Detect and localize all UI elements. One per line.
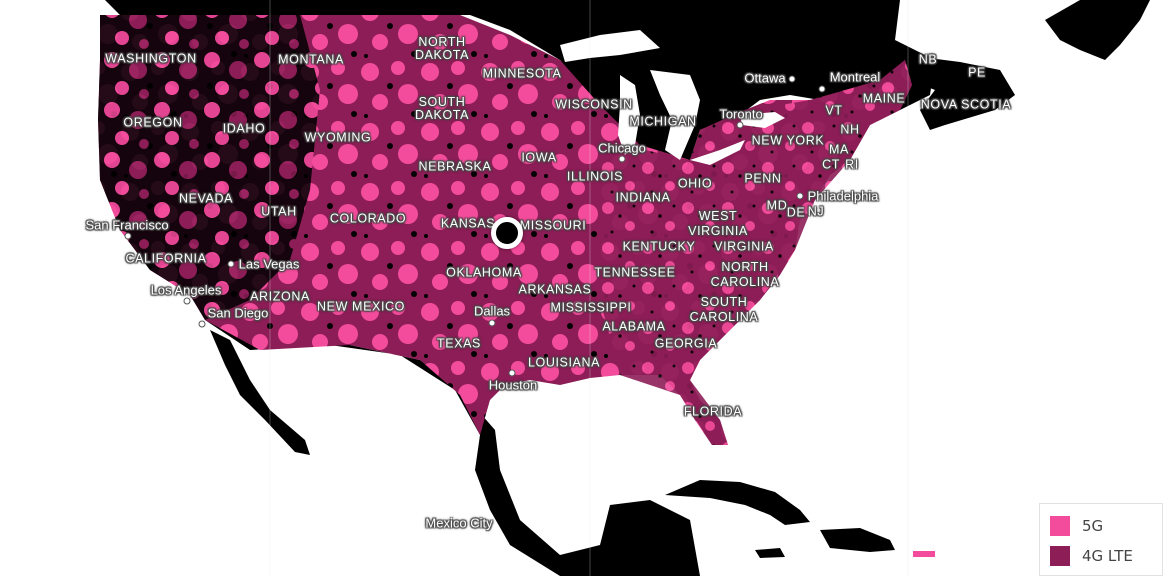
label-los-angeles: Los Angeles	[150, 282, 222, 298]
label-oregon: OREGON	[123, 115, 183, 130]
city-dot-san-francisco	[124, 232, 132, 240]
hispaniola-landmass	[820, 528, 895, 552]
label-west-virginia-line1: WEST	[698, 209, 738, 223]
label-louisiana: LOUISIANA	[527, 355, 601, 370]
location-marker[interactable]	[491, 217, 523, 249]
label-west-virginia: WEST VIRGINIA	[688, 209, 748, 239]
city-dot-las-vegas	[227, 260, 235, 268]
label-maine: MAINE	[862, 91, 906, 106]
label-nebraska: NEBRASKA	[418, 159, 492, 174]
city-dot-ottawa	[788, 75, 796, 83]
label-pe: PE	[968, 65, 986, 80]
label-missouri: MISSOURI	[519, 218, 587, 233]
label-nj: NJ	[807, 204, 825, 219]
label-arkansas: ARKANSAS	[518, 282, 592, 297]
label-ottawa: Ottawa	[744, 70, 786, 86]
legend-swatch-4g-lte	[1050, 546, 1070, 566]
label-virginia: VIRGINIA	[714, 239, 774, 254]
label-nevada: NEVADA	[178, 191, 234, 206]
label-west-virginia-line2: VIRGINIA	[688, 224, 748, 238]
city-dot-san-diego	[198, 320, 206, 328]
label-south-carolina: SOUTH CAROLINA	[690, 295, 759, 325]
label-north-dakota-line2: DAKOTA	[414, 48, 470, 62]
label-north-dakota: NORTH DAKOTA	[415, 36, 469, 62]
label-md: MD	[766, 198, 788, 213]
city-dot-philadelphia	[796, 192, 804, 200]
label-ohio: OHIO	[677, 176, 713, 191]
city-dot-toronto	[736, 121, 744, 129]
label-de: DE	[786, 205, 806, 220]
newfoundland-landmass	[1045, 0, 1150, 60]
label-nb: NB	[918, 52, 938, 67]
label-vt: VT	[825, 103, 843, 118]
label-kansas: KANSAS	[440, 216, 496, 231]
label-arizona: ARIZONA	[250, 289, 310, 304]
label-new-york: NEW YORK	[751, 133, 825, 148]
label-dallas: Dallas	[473, 303, 511, 319]
label-north-carolina: NORTH CAROLINA	[711, 260, 780, 290]
label-ma: MA	[829, 142, 849, 157]
label-north-carolina-line1: NORTH	[721, 260, 769, 274]
label-idaho: IDAHO	[222, 121, 266, 136]
label-colorado: COLORADO	[329, 211, 407, 226]
label-florida: FLORIDA	[683, 404, 743, 419]
city-dot-montreal	[818, 85, 826, 93]
label-illinois: ILLINOIS	[566, 169, 624, 184]
cuba-landmass	[665, 480, 810, 525]
label-washington: WASHINGTON	[105, 51, 197, 66]
label-montreal: Montreal	[829, 69, 881, 85]
label-michigan: MICHIGAN	[629, 114, 697, 129]
label-alabama: ALABAMA	[602, 319, 666, 334]
label-south-dakota: SOUTH DAKOTA	[415, 96, 469, 122]
label-wyoming: WYOMING	[304, 130, 372, 145]
label-nova-scotia: NOVA SCOTIA	[920, 97, 1012, 112]
label-san-francisco: San Francisco	[85, 217, 169, 233]
legend-label-4g-lte: 4G LTE	[1082, 547, 1133, 565]
label-san-diego: San Diego	[207, 305, 269, 321]
jamaica-landmass	[755, 548, 785, 558]
city-dot-los-angeles	[183, 297, 191, 305]
city-dot-chicago	[618, 155, 626, 163]
label-california: CALIFORNIA	[125, 251, 207, 266]
label-utah: UTAH	[261, 204, 297, 219]
label-south-carolina-line2: CAROLINA	[689, 310, 759, 324]
legend-label-5g: 5G	[1082, 517, 1104, 535]
label-mississippi: MISSISSIPPI	[550, 300, 632, 315]
label-nh: NH	[840, 122, 860, 137]
label-philadelphia: Philadelphia	[807, 188, 879, 204]
puerto-rico-landmass	[913, 551, 935, 557]
legend-swatch-5g	[1050, 516, 1070, 536]
label-montana: MONTANA	[278, 52, 344, 67]
city-dot-mexico-city	[455, 531, 461, 537]
label-new-mexico: NEW MEXICO	[317, 299, 405, 314]
map-legend: 5G 4G LTE	[1039, 503, 1163, 576]
label-mexico-city: Mexico City	[425, 515, 493, 531]
city-dot-dallas	[488, 319, 496, 327]
city-dot-houston	[508, 369, 516, 377]
label-tennessee: TENNESSEE	[594, 265, 676, 280]
legend-item-4g-lte: 4G LTE	[1050, 546, 1133, 566]
label-kentucky: KENTUCKY	[622, 239, 696, 254]
label-indiana: INDIANA	[615, 190, 671, 205]
label-penn: PENN	[744, 171, 782, 186]
label-north-carolina-line2: CAROLINA	[710, 275, 780, 289]
label-chicago: Chicago	[598, 140, 646, 156]
label-south-carolina-line1: SOUTH	[700, 295, 748, 309]
label-south-dakota-line2: DAKOTA	[414, 108, 470, 122]
label-georgia: GEORGIA	[654, 336, 718, 351]
label-ri: RI	[845, 157, 859, 172]
legend-item-5g: 5G	[1050, 516, 1103, 536]
label-oklahoma: OKLAHOMA	[446, 265, 522, 280]
label-ct: CT	[822, 157, 840, 172]
label-houston: Houston	[488, 377, 538, 393]
label-minnesota: MINNESOTA	[482, 66, 562, 81]
label-wisconsin: WISCONSIN	[555, 97, 633, 112]
label-toronto: Toronto	[719, 106, 763, 122]
label-las-vegas: Las Vegas	[238, 256, 300, 272]
label-iowa: IOWA	[521, 150, 557, 165]
label-texas: TEXAS	[437, 336, 481, 351]
